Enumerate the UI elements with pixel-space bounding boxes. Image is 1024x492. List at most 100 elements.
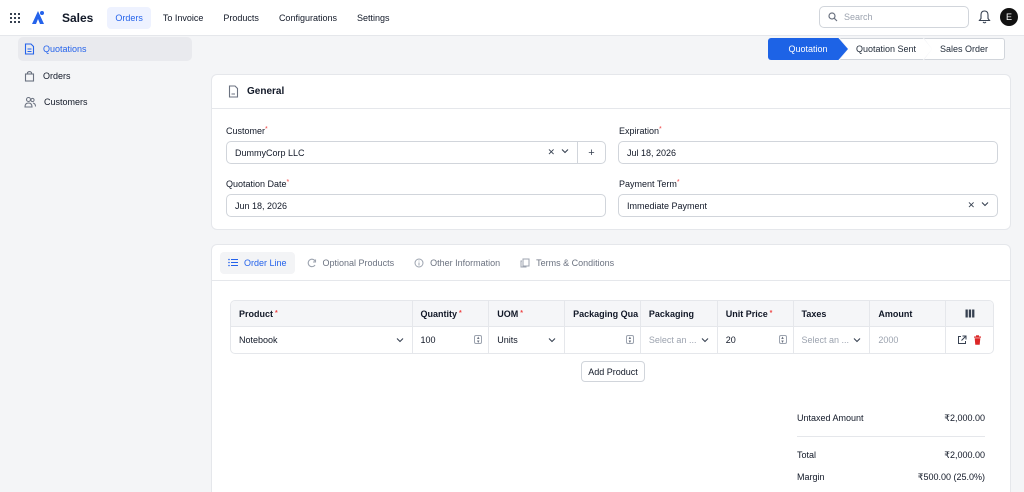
app-title: Sales bbox=[62, 10, 94, 25]
stepper-icon[interactable]: ▴ ▾ bbox=[778, 335, 787, 345]
general-card: General Customer* DummyCorp LLC ✕ + Expi… bbox=[211, 74, 1011, 230]
amount-value: 2000 bbox=[870, 327, 947, 353]
general-title: General bbox=[247, 86, 285, 97]
column-header-packaging-qty: Packaging Qua bbox=[565, 301, 641, 326]
uom-select[interactable]: Units bbox=[489, 327, 566, 353]
chevron-down-icon bbox=[853, 338, 861, 343]
tab-other-information[interactable]: Other Information bbox=[406, 252, 508, 274]
document-icon bbox=[24, 43, 35, 55]
nav-settings[interactable]: Settings bbox=[349, 7, 398, 29]
user-avatar[interactable]: E bbox=[1000, 8, 1018, 26]
tab-terms-conditions[interactable]: Terms & Conditions bbox=[512, 252, 622, 274]
customer-label: Customer* bbox=[226, 126, 268, 136]
column-header-product: Product * bbox=[231, 301, 413, 326]
columns-icon bbox=[965, 309, 974, 318]
bell-icon[interactable] bbox=[978, 10, 991, 24]
column-settings-icon[interactable] bbox=[946, 301, 993, 326]
stepper-icon[interactable]: ▴ ▾ bbox=[474, 335, 483, 345]
customer-value: DummyCorp LLC bbox=[235, 147, 305, 158]
document-icon bbox=[228, 85, 239, 98]
tab-order-line[interactable]: Order Line bbox=[220, 251, 295, 274]
sidebar-item-quotations[interactable]: Quotations bbox=[18, 37, 192, 61]
list-icon bbox=[228, 258, 238, 267]
customer-field[interactable]: DummyCorp LLC ✕ + bbox=[226, 141, 606, 164]
clear-icon[interactable]: ✕ bbox=[967, 200, 975, 211]
app-logo-icon bbox=[32, 10, 44, 24]
payment-term-field[interactable]: Immediate Payment ✕ bbox=[618, 194, 998, 217]
tab-label: Terms & Conditions bbox=[536, 257, 615, 268]
nav-configurations[interactable]: Configurations bbox=[271, 7, 345, 29]
quotation-date-field[interactable]: Jun 18, 2026 bbox=[226, 194, 606, 217]
sidebar-item-label: Customers bbox=[44, 97, 88, 107]
unit-price-input[interactable]: 20 ▴ ▾ bbox=[718, 327, 794, 353]
copy-document-icon bbox=[520, 258, 530, 267]
untaxed-amount-label: Untaxed Amount bbox=[797, 413, 864, 423]
column-header-amount: Amount bbox=[870, 301, 947, 326]
chevron-down-icon[interactable] bbox=[561, 147, 569, 155]
search-input[interactable]: Search bbox=[819, 6, 969, 28]
chevron-down-icon bbox=[701, 338, 709, 343]
clear-icon[interactable]: ✕ bbox=[547, 147, 555, 158]
tab-bar: Order Line Optional Products Other Infor… bbox=[212, 245, 1010, 281]
refresh-icon bbox=[307, 258, 316, 267]
table-header: Product * Quantity * UOM * Packaging Qua… bbox=[231, 301, 993, 327]
tab-optional-products[interactable]: Optional Products bbox=[299, 252, 403, 274]
sidebar: Quotations Orders Customers bbox=[0, 36, 196, 492]
order-lines-card: Order Line Optional Products Other Infor… bbox=[211, 244, 1011, 492]
search-icon bbox=[828, 12, 838, 22]
add-product-button[interactable]: Add Product bbox=[581, 361, 645, 382]
payment-term-label: Payment Term* bbox=[619, 179, 680, 189]
nav-to-invoice[interactable]: To Invoice bbox=[155, 7, 212, 29]
quotation-date-value: Jun 18, 2026 bbox=[235, 200, 288, 211]
table-row: Notebook 100 ▴ ▾ Units ▴ ▾ Select an ... 2… bbox=[231, 327, 993, 353]
column-header-taxes: Taxes bbox=[794, 301, 871, 326]
sidebar-item-label: Quotations bbox=[43, 44, 87, 54]
expiration-value: Jul 18, 2026 bbox=[627, 147, 677, 158]
totals-divider bbox=[797, 436, 985, 437]
margin-value: ₹500.00 (25.0%) bbox=[917, 472, 985, 482]
app-grid-icon[interactable] bbox=[10, 12, 20, 23]
search-placeholder: Search bbox=[844, 12, 873, 22]
quantity-input[interactable]: 100 ▴ ▾ bbox=[413, 327, 490, 353]
sidebar-item-label: Orders bbox=[43, 71, 71, 81]
product-select[interactable]: Notebook bbox=[231, 327, 413, 353]
column-header-packaging: Packaging bbox=[641, 301, 718, 326]
row-actions bbox=[946, 327, 993, 353]
nav-products[interactable]: Products bbox=[215, 7, 267, 29]
chevron-down-icon bbox=[396, 338, 403, 343]
stage-quotation-sent[interactable]: Quotation Sent bbox=[840, 38, 932, 60]
shopping-bag-icon bbox=[24, 70, 35, 82]
nav-orders[interactable]: Orders bbox=[107, 6, 151, 29]
tab-label: Optional Products bbox=[322, 257, 395, 268]
expiration-label: Expiration* bbox=[619, 126, 662, 136]
stage-quotation[interactable]: Quotation bbox=[768, 38, 848, 60]
taxes-select[interactable]: Select an ... bbox=[794, 327, 871, 353]
add-customer-button[interactable]: + bbox=[577, 142, 605, 163]
packaging-qty-input[interactable]: ▴ ▾ bbox=[565, 327, 641, 353]
sidebar-item-customers[interactable]: Customers bbox=[18, 90, 192, 114]
stepper-icon[interactable]: ▴ ▾ bbox=[625, 335, 634, 345]
packaging-select[interactable]: Select an ... bbox=[641, 327, 718, 353]
external-link-icon[interactable] bbox=[957, 335, 967, 345]
tab-label: Other Information bbox=[430, 257, 501, 268]
expiration-field[interactable]: Jul 18, 2026 bbox=[618, 141, 998, 164]
column-header-uom: UOM * bbox=[489, 301, 566, 326]
info-icon bbox=[414, 258, 424, 267]
tab-label: Order Line bbox=[244, 257, 287, 268]
general-header: General bbox=[212, 75, 1010, 109]
order-lines-table: Product * Quantity * UOM * Packaging Qua… bbox=[230, 300, 994, 354]
main-nav: Orders To Invoice Products Configuration… bbox=[107, 6, 398, 29]
column-header-unit-price: Unit Price * bbox=[718, 301, 794, 326]
status-stages: Quotation Quotation Sent Sales Order bbox=[768, 38, 1005, 60]
trash-icon[interactable] bbox=[973, 335, 982, 345]
untaxed-amount-value: ₹2,000.00 bbox=[944, 413, 985, 423]
users-icon bbox=[24, 96, 36, 108]
column-header-quantity: Quantity * bbox=[413, 301, 490, 326]
total-label: Total bbox=[797, 450, 817, 460]
stage-sales-order[interactable]: Sales Order bbox=[924, 38, 1005, 60]
margin-label: Margin bbox=[797, 472, 825, 482]
quotation-date-label: Quotation Date* bbox=[226, 179, 290, 189]
chevron-down-icon[interactable] bbox=[981, 200, 989, 208]
chevron-down-icon bbox=[548, 338, 556, 343]
sidebar-item-orders[interactable]: Orders bbox=[18, 64, 192, 88]
